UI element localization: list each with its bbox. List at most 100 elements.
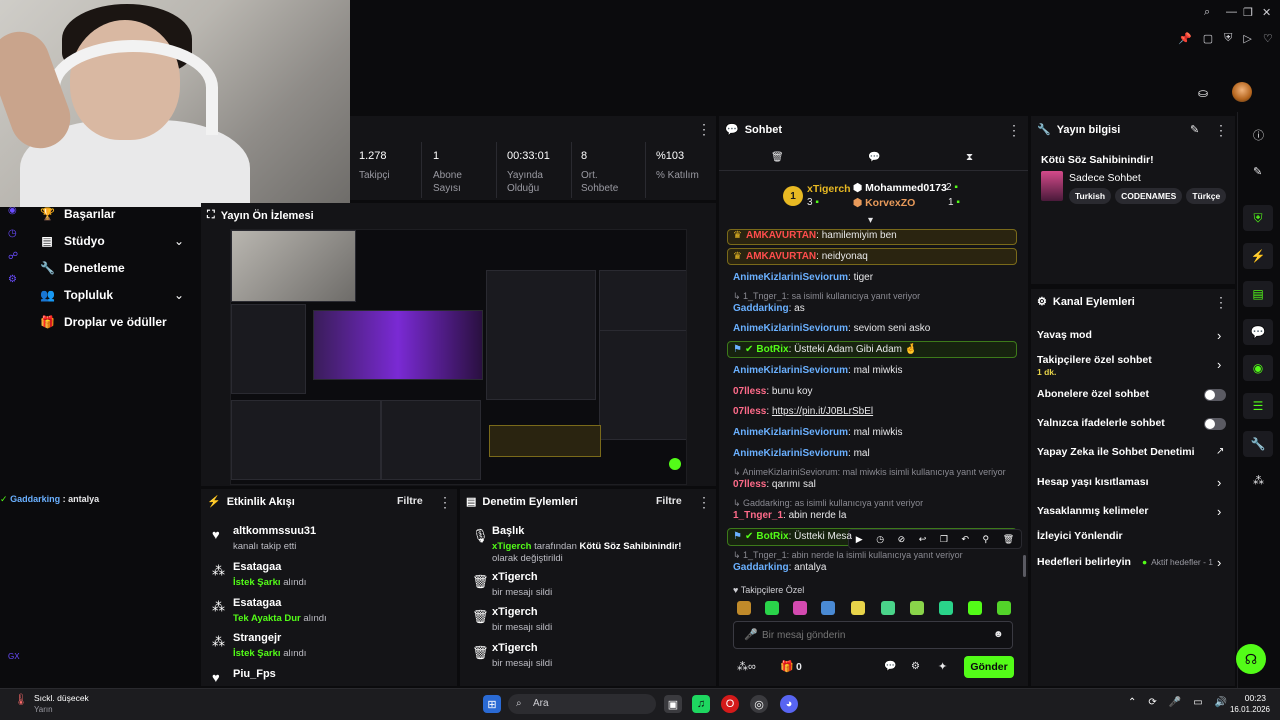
list-icon[interactable]: ☰ [1243, 393, 1273, 419]
activity-filter-button[interactable]: Filtre [397, 495, 423, 507]
opera-icon[interactable]: O [721, 695, 739, 713]
emote-icon[interactable] [765, 601, 779, 615]
trash-icon[interactable]: 🗑 [771, 152, 784, 163]
close-icon[interactable]: ✕ [1262, 6, 1271, 19]
chat-message[interactable]: 07lless: qarımı sal [733, 479, 816, 490]
discord-icon[interactable]: ◕ [780, 695, 798, 713]
chat-username[interactable]: Gaddarking [733, 562, 789, 573]
clock-time[interactable]: 00:23 [1226, 693, 1266, 703]
channel-action-8[interactable]: İzleyici Yönlendir [1037, 530, 1123, 542]
chat-username[interactable]: BotRix [756, 531, 788, 542]
chevron-down-icon[interactable]: ⌄ [174, 288, 184, 302]
weather-title[interactable]: Sıckl. düşecek [34, 693, 89, 703]
spotify-icon[interactable]: ♫ [692, 695, 710, 713]
nav-item-studio[interactable]: ▤ Stüdyo [40, 234, 104, 248]
taskbar-search[interactable] [508, 694, 656, 714]
minimize-icon[interactable]: — [1226, 6, 1237, 18]
chat-message[interactable]: Gaddarking: antalya [733, 562, 826, 573]
emote-icon[interactable] [910, 601, 924, 615]
activity-user[interactable]: Esatagaa [233, 561, 393, 573]
chat-message[interactable]: Gaddarking: as [733, 303, 805, 314]
reply-icon[interactable]: ↩ [919, 534, 927, 545]
chat-message[interactable]: AnimeKizlariniSeviorum: seviom seni asko [733, 323, 930, 334]
chat-scrollbar[interactable] [1023, 555, 1026, 577]
chevron-right-icon[interactable]: › [1217, 357, 1221, 372]
chat-tool-icon[interactable]: 💬 [1243, 319, 1273, 345]
channel-actions-more-icon[interactable]: ⋮ [1214, 295, 1228, 309]
chat-username[interactable]: AnimeKizlariniSeviorum [733, 272, 848, 283]
nav-item-achievements[interactable]: 🏆 Başarılar [40, 207, 115, 221]
channel-action-4[interactable]: Yalnızca ifadelerle sohbet [1037, 417, 1165, 429]
leader-2[interactable]: ⬢ Mohammed0173 [853, 182, 947, 194]
copy-icon[interactable]: ❐ [940, 534, 948, 545]
activity-item[interactable]: Esatagaa Tek Ayakta Dur alındı [233, 597, 393, 624]
moderation-item[interactable]: xTigerch bir mesajı sildi [492, 571, 692, 599]
tag[interactable]: CODENAMES [1115, 188, 1183, 204]
rail-icon-4[interactable]: ⚙ [8, 274, 18, 285]
emote-icon[interactable] [851, 601, 865, 615]
chat-username[interactable]: BotRix [756, 344, 788, 355]
chat-username[interactable]: AnimeKizlariniSeviorum [733, 448, 848, 459]
nav-item-community[interactable]: 👥 Topluluk [40, 288, 113, 302]
emoji-icon[interactable]: ☻ [993, 629, 1004, 640]
chat-message[interactable]: AnimeKizlariniSeviorum: mal [733, 448, 870, 459]
chevron-right-icon[interactable]: › [1217, 328, 1221, 343]
emote-icon[interactable] [997, 601, 1011, 615]
clock-date[interactable]: 16.01.2026 [1222, 705, 1270, 714]
channel-action-7[interactable]: Yasaklanmış kelimeler [1037, 505, 1149, 517]
pin-icon[interactable]: ⚲ [983, 534, 990, 545]
chat-settings-icon[interactable]: 💬 [884, 661, 896, 672]
timeout-icon[interactable]: ◷ [876, 534, 884, 545]
play-icon[interactable]: ▶ [856, 534, 863, 545]
edit-icon[interactable]: ✎ [1190, 123, 1199, 136]
wrench-tool-icon[interactable]: 🔧 [1243, 431, 1273, 457]
moderation-filter-button[interactable]: Filtre [656, 495, 682, 507]
chat-message[interactable]: 07lless: https://pin.it/J0BLrSbEl [733, 406, 873, 417]
chevron-right-icon[interactable]: › [1217, 555, 1221, 570]
stats-more-icon[interactable]: ⋮ [697, 122, 711, 136]
mic-icon[interactable]: 🎤 [1169, 697, 1181, 708]
chat-message[interactable]: ⚑ ✔ BotRix: Üstteki Mesa [733, 531, 852, 542]
chat-username[interactable]: Gaddarking [733, 303, 789, 314]
activity-user[interactable]: Strangejr [233, 632, 393, 644]
channel-action-9[interactable]: Hedefleri belirleyin [1037, 556, 1131, 568]
chat-username[interactable]: AnimeKizlariniSeviorum [733, 365, 848, 376]
nav-item-drops[interactable]: 🎁 Droplar ve ödüller [40, 315, 167, 329]
chevron-right-icon[interactable]: › [1217, 504, 1221, 519]
emote-icon[interactable] [939, 601, 953, 615]
activity-item[interactable]: Esatagaa İstek Şarkı alındı [233, 561, 393, 588]
points-icon[interactable]: ⁂∞ [737, 660, 756, 673]
channel-action-6[interactable]: Hesap yaşı kısıtlaması [1037, 476, 1149, 488]
chat-message[interactable]: AnimeKizlariniSeviorum: tiger [733, 272, 873, 283]
chevron-right-icon[interactable]: › [1217, 475, 1221, 490]
chevron-up-icon[interactable]: ⌃ [1128, 697, 1136, 708]
emote-icon[interactable] [881, 601, 895, 615]
external-link-icon[interactable]: ↗ [1216, 446, 1224, 457]
channel-action-3[interactable]: Abonelere özel sohbet [1037, 388, 1149, 400]
toggle-switch[interactable] [1204, 418, 1226, 430]
activity-item[interactable]: Strangejr İstek Şarkı alındı [233, 632, 393, 659]
chat-message[interactable]: 1_Tnger_1: abin nerde la [733, 510, 846, 521]
chat-message[interactable]: ⚑ ✔ BotRix: Üstteki Adam Gibi Adam 🤞 [733, 344, 917, 355]
channel-action-5[interactable]: Yapay Zeka ile Sohbet Denetimi [1037, 446, 1195, 458]
toggle-switch[interactable] [1204, 389, 1226, 401]
network-icon[interactable]: ▭ [1193, 697, 1202, 708]
chat-message[interactable]: ♛ AMKAVURTAN: hamilemiyim ben [733, 230, 897, 241]
category-thumbnail[interactable] [1041, 171, 1063, 201]
moderation-item[interactable]: xTigerch bir mesajı sildi [492, 642, 692, 670]
moderation-item[interactable]: Başlık xTigerch tarafından Kötü Söz Sahib… [492, 525, 692, 565]
chat-more-icon[interactable]: ⋮ [1007, 123, 1021, 137]
nav-item-moderation[interactable]: 🔧 Denetleme [40, 261, 125, 275]
channel-action-2[interactable]: Takipçilere özel sohbet 1 dk. [1037, 354, 1152, 377]
avatar[interactable] [1232, 82, 1252, 102]
chat-mode-icon[interactable]: 💬 [868, 152, 880, 163]
screen-icon[interactable]: ▢ [1203, 32, 1213, 45]
emote-icon[interactable] [968, 601, 982, 615]
start-icon[interactable]: ⊞ [483, 695, 501, 713]
tag[interactable]: Turkish [1069, 188, 1112, 204]
shield-tool-icon[interactable]: ⛨ [1243, 205, 1273, 231]
puzzle-icon[interactable]: ✦ [938, 660, 947, 673]
chat-username[interactable]: AnimeKizlariniSeviorum [733, 323, 848, 334]
activity-user[interactable]: Piu_Fps [233, 668, 393, 680]
chat-username[interactable]: 07lless [733, 406, 766, 417]
